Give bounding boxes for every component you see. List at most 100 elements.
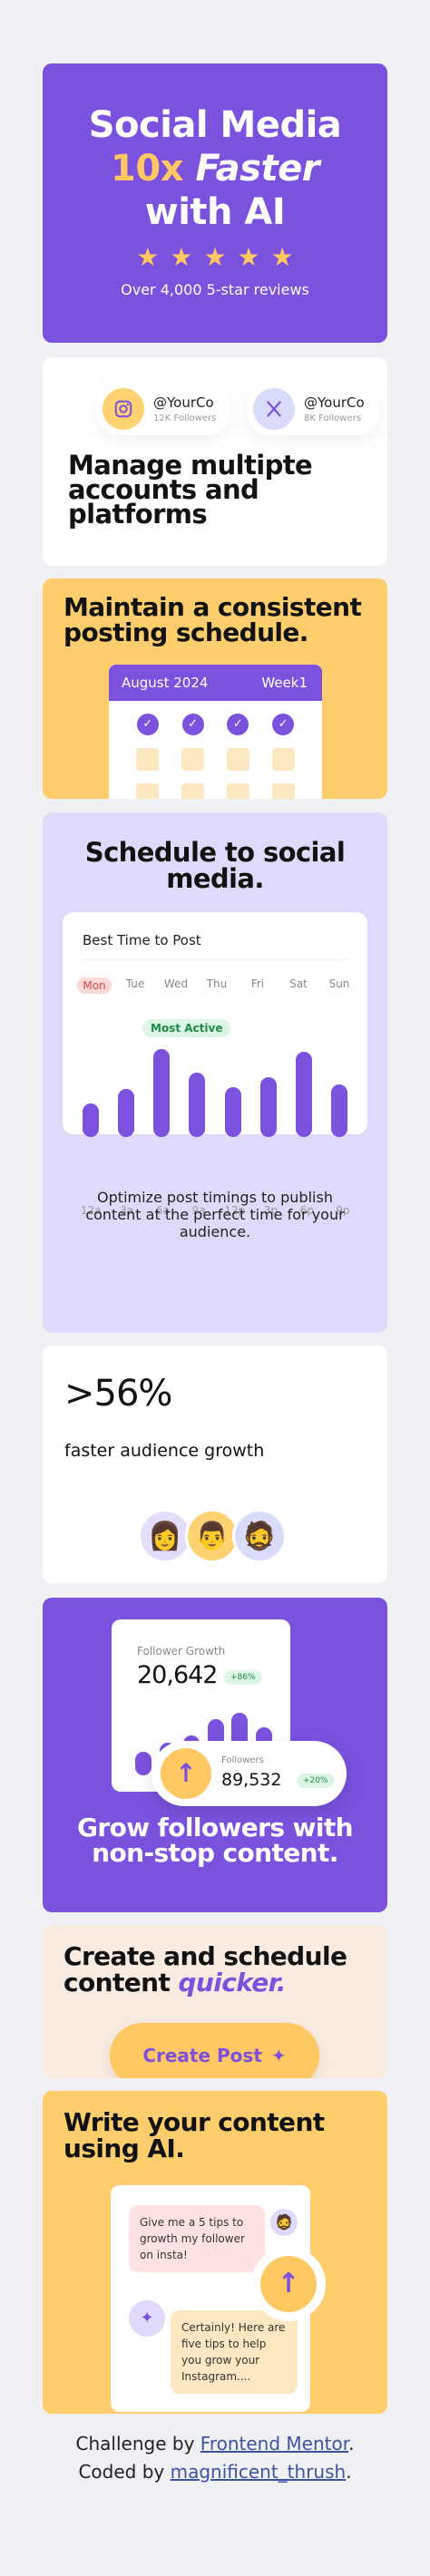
growth-stat: >56% <box>64 1373 172 1414</box>
footer-challenge: Challenge by Frontend Mentor. <box>0 2430 430 2458</box>
day-selector: Mon Tue Wed Thu Fri Sat Sun <box>77 977 357 994</box>
calendar-slot <box>181 748 205 771</box>
day-sat[interactable]: Sat <box>281 977 316 994</box>
activity-bar <box>153 1049 170 1137</box>
x-icon <box>253 388 295 430</box>
check-icon: ✓ <box>227 714 249 735</box>
star-rating: ★ ★ ★ ★ ★ <box>43 245 387 270</box>
follower-growth-value: 20,642 <box>137 1661 218 1689</box>
day-fri[interactable]: Fri <box>240 977 275 994</box>
footer-coded-prefix: Coded by <box>78 2461 165 2483</box>
hero-title-line2: 10x Faster <box>43 147 387 190</box>
growth-label: faster audience growth <box>64 1441 265 1461</box>
avatar: 👩 <box>138 1509 192 1563</box>
create-post-button[interactable]: Create Post ✦ <box>110 2023 319 2078</box>
calendar-slot <box>136 783 160 799</box>
calendar-slot <box>136 748 160 771</box>
reviews-text: Over 4,000 5-star reviews <box>121 281 309 298</box>
manage-accounts-card: @YourCo 12K Followers @YourCo 8K Followe… <box>43 357 387 566</box>
calendar-row: ✓ ✓ ✓ ✓ <box>109 714 322 735</box>
user-message: Give me a 5 tips to growth my follower o… <box>129 2205 265 2272</box>
day-thu[interactable]: Thu <box>200 977 234 994</box>
schedule-social-card: Schedule to social media. Best Time to P… <box>43 812 387 1333</box>
calendar-month: August 2024 <box>122 675 209 691</box>
avatar: 🧔 <box>232 1509 287 1563</box>
day-mon[interactable]: Mon <box>77 977 112 994</box>
graph-divider <box>83 959 347 960</box>
star-icon: ★ <box>170 242 193 272</box>
social-description: Optimize post timings to publish content… <box>85 1189 345 1240</box>
calendar-row <box>109 783 322 799</box>
growth-bar <box>135 1752 151 1775</box>
calendar-slot <box>181 783 205 799</box>
followers-label: Followers <box>221 1755 264 1765</box>
check-icon: ✓ <box>136 714 159 735</box>
hero-title-line3: with AI <box>144 191 286 233</box>
calendar-row <box>109 748 322 771</box>
avatar-group: 👩 👨 🧔 <box>138 1509 287 1563</box>
follower-growth-label: Follower Growth <box>137 1645 226 1657</box>
account-chip-instagram: @YourCo 12K Followers <box>97 383 231 435</box>
day-sun[interactable]: Sun <box>322 977 357 994</box>
write-ai-card: Write your content using AI. Give me a 5… <box>43 2091 387 2414</box>
calendar-widget: August 2024 Week1 ✓ ✓ ✓ ✓ <box>109 665 322 799</box>
consistent-schedule-card: Maintain a consistent posting schedule. … <box>43 578 387 799</box>
avatar: 👨 <box>185 1509 239 1563</box>
write-title: Write your content using AI. <box>64 2107 325 2163</box>
most-active-badge: Most Active <box>142 1019 231 1037</box>
footer-period: . <box>346 2461 352 2483</box>
audience-growth-card: >56% faster audience growth 👩 👨 🧔 <box>43 1346 387 1583</box>
star-icon: ★ <box>270 242 294 272</box>
calendar-header: August 2024 Week1 <box>109 665 322 701</box>
footer-period: . <box>348 2433 355 2454</box>
growth-change-badge: +86% <box>224 1670 262 1685</box>
star-icon: ★ <box>136 242 160 272</box>
hero-title-accent: 10x <box>111 148 183 190</box>
calendar-slot <box>226 748 249 771</box>
ai-message: Certainly! Here are five tips to help yo… <box>171 2310 298 2394</box>
create-post-label: Create Post <box>142 2045 262 2066</box>
footer-coded: Coded by magnificent_thrush. <box>0 2458 430 2486</box>
calendar-slot <box>271 748 295 771</box>
create-schedule-card: Create and schedule content quicker. Cre… <box>43 1925 387 2078</box>
account-followers: 12K Followers <box>153 413 217 423</box>
check-icon: ✓ <box>181 714 204 735</box>
day-tue[interactable]: Tue <box>118 977 152 994</box>
followers-change-badge: +20% <box>297 1774 335 1788</box>
day-wed[interactable]: Wed <box>159 977 193 994</box>
calendar-slot <box>271 783 295 799</box>
star-icon: ★ <box>203 242 227 272</box>
arrow-up-icon: ↑ <box>161 1748 211 1799</box>
send-button[interactable]: ↑ <box>251 2247 326 2321</box>
account-handle: @YourCo <box>153 394 214 411</box>
activity-bar <box>331 1084 347 1137</box>
arrow-up-icon: ↑ <box>260 2256 317 2312</box>
calendar-slot <box>226 783 249 799</box>
activity-bars <box>83 1039 347 1137</box>
graph-title: Best Time to Post <box>83 932 201 948</box>
activity-bar <box>296 1052 312 1137</box>
frontend-mentor-link[interactable]: Frontend Mentor <box>200 2433 348 2454</box>
followers-count-widget: ↑ Followers 89,532 +20% <box>151 1741 347 1806</box>
followers-value: 89,532 <box>221 1770 282 1790</box>
consistent-title: Maintain a consistent posting schedule. <box>64 592 362 647</box>
star-icon: ★ <box>237 242 260 272</box>
instagram-icon <box>103 388 144 430</box>
account-chip-x: @YourCo 8K Followers <box>248 383 379 435</box>
activity-bar <box>189 1073 205 1137</box>
calendar-week: Week1 <box>261 675 308 691</box>
best-time-graph: Best Time to Post Mon Tue Wed Thu Fri Sa… <box>63 912 367 1217</box>
followers-title: Grow followers with non-stop content. <box>77 1813 354 1868</box>
grow-followers-card: Follower Growth 20,642 +86% ↑ Followers … <box>43 1598 387 1912</box>
author-link[interactable]: magnificent_thrush <box>171 2461 347 2483</box>
social-title: Schedule to social media. <box>84 837 346 894</box>
hero-title-faster: Faster <box>195 148 319 190</box>
footer-challenge-prefix: Challenge by <box>75 2433 195 2454</box>
account-handle: @YourCo <box>304 394 365 411</box>
activity-bar <box>118 1089 134 1137</box>
activity-bar <box>225 1087 241 1137</box>
avatar: 🧔 <box>270 2209 298 2236</box>
activity-bar <box>260 1077 277 1137</box>
hero-title-line1: Social Media <box>88 104 342 146</box>
hero-card: Social Media 10x Faster with AI ★ ★ ★ ★ … <box>43 63 387 343</box>
